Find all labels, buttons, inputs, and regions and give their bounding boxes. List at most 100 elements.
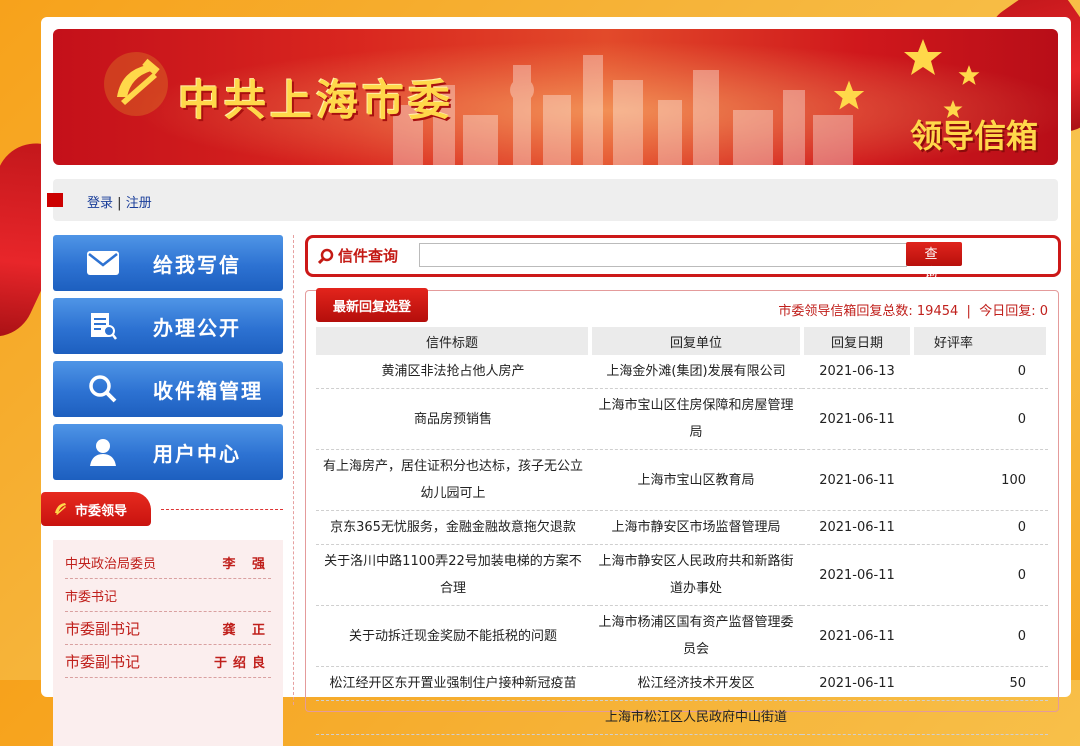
leader-name[interactable]: 于绍良 [214, 652, 271, 671]
rating: 50 [912, 666, 1048, 701]
leader-row[interactable]: 中央政治局委员 李 强 [65, 546, 271, 579]
table-row[interactable]: 有上海房产，居住证积分也达标，孩子无公立幼儿园可上 上海市宝山区教育局 2021… [316, 449, 1048, 511]
table-row[interactable]: 关于洛川中路1100弄22号加装电梯的方案不合理 上海市静安区人民政府共和新路街… [316, 544, 1048, 606]
nav-label: 收件箱管理 [153, 378, 263, 403]
leader-title: 中央政治局委员 [65, 556, 157, 572]
letter-title[interactable]: 商品房预销售 [316, 388, 590, 450]
dotted-divider [161, 509, 283, 510]
leaders-title: 市委领导 [75, 503, 128, 519]
leader-row[interactable]: 市委书记 [65, 579, 271, 612]
party-emblem-icon [55, 503, 66, 515]
skyline-graphic [393, 55, 853, 165]
leader-row[interactable]: 市委副书记 龚 正 [65, 612, 271, 645]
letter-title[interactable]: 有上海房产，居住证积分也达标，孩子无公立幼儿园可上 [316, 449, 590, 511]
inbox-management-button[interactable]: 收件箱管理 [53, 361, 283, 417]
reply-unit: 松江经济技术开发区 [590, 666, 802, 701]
write-letter-button[interactable]: 给我写信 [53, 235, 283, 291]
nav-label: 给我写信 [153, 252, 241, 277]
reply-unit: 上海市静安区人民政府共和新路街道办事处 [590, 544, 802, 606]
envelope-icon [83, 243, 123, 283]
nav-label: 办理公开 [153, 315, 241, 340]
letter-title[interactable] [316, 700, 590, 735]
table-row[interactable]: 商品房预销售 上海市宝山区住房保障和房屋管理局 2021-06-11 0 [316, 388, 1048, 450]
party-emblem-icon [104, 52, 168, 116]
reply-unit: 上海市杨浦区国有资产监督管理委员会 [590, 605, 802, 667]
table-row[interactable]: 上海市松江区人民政府中山街道 [316, 700, 1048, 735]
column-header-unit: 回复单位 [590, 327, 804, 355]
leader-title: 市委副书记 [65, 652, 141, 671]
letter-title[interactable]: 关于洛川中路1100弄22号加装电梯的方案不合理 [316, 544, 590, 606]
table-row[interactable]: 京东365无忧服务，金融金融故意拖欠退款 上海市静安区市场监督管理局 2021-… [316, 510, 1048, 545]
table-row[interactable]: 黄浦区非法抢占他人房产 上海金外滩(集团)发展有限公司 2021-06-13 0 [316, 355, 1048, 389]
banner-subtitle: 领导信箱 [909, 117, 1038, 155]
banner-title: 中共上海市委 [178, 76, 455, 125]
letter-title[interactable]: 关于动拆迁现金奖励不能抵税的问题 [316, 605, 590, 667]
leaders-list: 中央政治局委员 李 强 市委书记 市委副书记 龚 正 市委副书记 于绍良 [53, 540, 283, 746]
rating: 0 [912, 544, 1048, 606]
replies-table: 信件标题 回复单位 回复日期 好评率 黄浦区非法抢占他人房产 上海金外滩(集团)… [316, 327, 1050, 735]
reply-unit: 上海市宝山区教育局 [590, 449, 802, 511]
leader-title: 市委副书记 [65, 619, 141, 638]
leader-name[interactable]: 李 强 [222, 553, 271, 572]
today-count: 0 [1039, 304, 1048, 319]
reply-stats: 市委领导信箱回复总数: 19454 | 今日回复: 0 [778, 300, 1048, 319]
left-sidebar: 给我写信 办理公开 收件箱管理 用户中心 市委领导 中央政治局委员 李 强 市委… [41, 235, 283, 746]
search-label: 信件查询 [318, 245, 398, 266]
reply-unit: 上海市松江区人民政府中山街道 [590, 700, 802, 735]
rating [912, 700, 1048, 735]
latest-replies-panel: 最新回复选登 市委领导信箱回复总数: 19454 | 今日回复: 0 信件标题 … [305, 288, 1059, 735]
flag-icon [47, 193, 63, 207]
rating: 0 [912, 355, 1048, 389]
leaders-section-header: 市委领导 [41, 492, 283, 526]
search-icon [318, 248, 334, 264]
letter-title[interactable]: 松江经开区东开置业强制住户接种新冠疫苗 [316, 666, 590, 701]
header-banner: 中共上海市委 领导信箱 [53, 29, 1058, 165]
nav-label: 用户中心 [153, 441, 241, 466]
login-bar: 登录 | 注册 [47, 179, 1058, 221]
table-row[interactable]: 关于动拆迁现金奖励不能抵税的问题 上海市杨浦区国有资产监督管理委员会 2021-… [316, 605, 1048, 667]
leaders-tab: 市委领导 [41, 492, 151, 526]
star-icon [958, 65, 980, 85]
main-panel: 中共上海市委 领导信箱 登录 | 注册 给我写信 办理公开 收件箱管理 用户中心… [41, 17, 1071, 746]
column-header-rating: 好评率 [912, 327, 1050, 355]
handling-public-button[interactable]: 办理公开 [53, 298, 283, 354]
column-header-date: 回复日期 [802, 327, 914, 355]
document-search-icon [83, 306, 123, 346]
user-center-button[interactable]: 用户中心 [53, 424, 283, 480]
table-row[interactable]: 松江经开区东开置业强制住户接种新冠疫苗 松江经济技术开发区 2021-06-11… [316, 666, 1048, 701]
rating: 0 [912, 388, 1048, 450]
rating: 0 [912, 510, 1048, 545]
register-link[interactable]: 注册 [126, 196, 152, 211]
reply-date: 2021-06-11 [802, 449, 912, 511]
total-count: 19454 [916, 304, 959, 319]
reply-date: 2021-06-11 [802, 510, 912, 545]
reply-date: 2021-06-13 [802, 355, 912, 389]
letter-title[interactable]: 黄浦区非法抢占他人房产 [316, 355, 590, 389]
star-icon [833, 80, 865, 110]
search-button[interactable]: 查 询 [906, 242, 962, 280]
search-label-text: 信件查询 [338, 247, 399, 265]
rating: 100 [912, 449, 1048, 511]
letter-title[interactable]: 京东365无忧服务，金融金融故意拖欠退款 [316, 510, 590, 545]
user-icon [83, 432, 123, 472]
reply-date [802, 700, 912, 735]
leader-name[interactable]: 龚 正 [222, 619, 271, 638]
leader-title: 市委书记 [65, 589, 118, 605]
reply-unit: 上海金外滩(集团)发展有限公司 [590, 355, 802, 389]
reply-date: 2021-06-11 [802, 544, 912, 606]
rating: 0 [912, 605, 1048, 667]
search-input[interactable] [419, 243, 907, 267]
latest-replies-tab: 最新回复选登 [316, 288, 428, 322]
today-label: 今日回复: [979, 304, 1036, 319]
table-header: 信件标题 回复单位 回复日期 好评率 [316, 327, 1050, 355]
reply-unit: 上海市宝山区住房保障和房屋管理局 [590, 388, 802, 450]
reply-unit: 上海市静安区市场监督管理局 [590, 510, 802, 545]
magnifier-icon [83, 369, 123, 409]
letter-search-box: 信件查询 查 询 [305, 235, 1061, 280]
auth-links: 登录 | 注册 [87, 192, 152, 211]
reply-date: 2021-06-11 [802, 388, 912, 450]
total-label: 市委领导信箱回复总数: [778, 304, 913, 319]
leader-row[interactable]: 市委副书记 于绍良 [65, 645, 271, 678]
column-header-title: 信件标题 [316, 327, 592, 355]
login-link[interactable]: 登录 [87, 196, 113, 211]
